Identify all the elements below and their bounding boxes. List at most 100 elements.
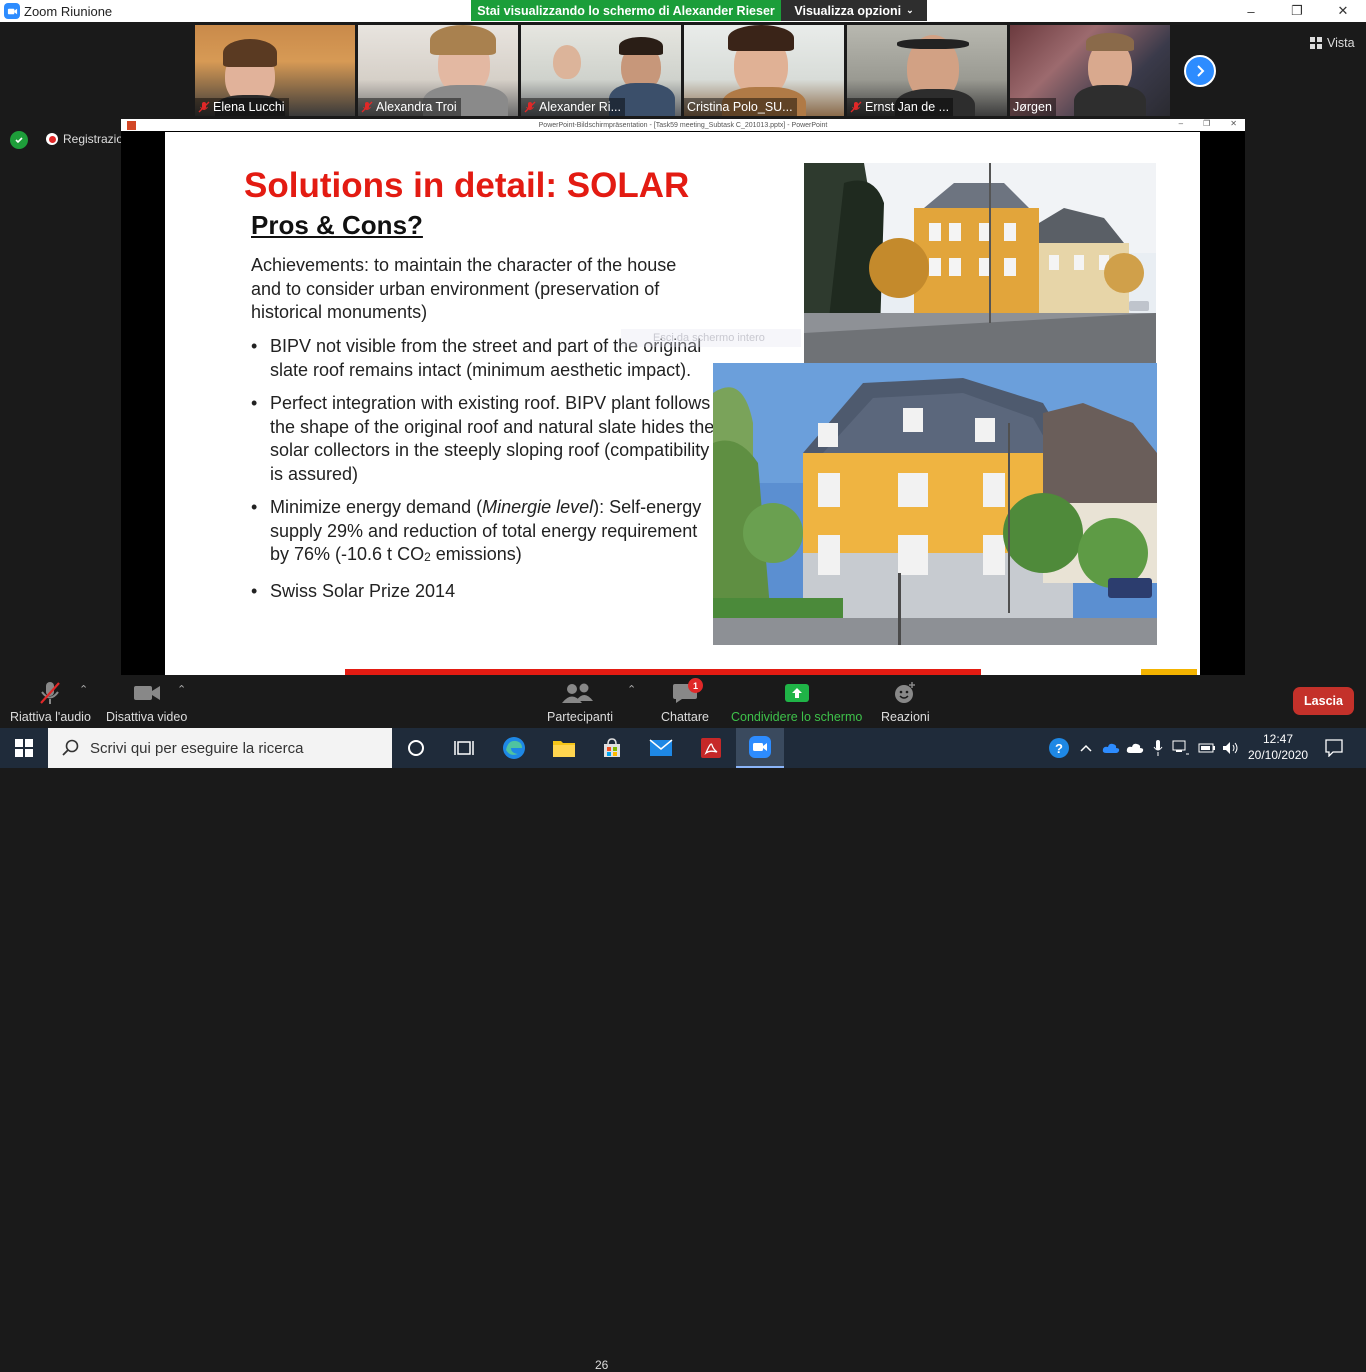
close-button[interactable]: ✕ bbox=[1320, 0, 1366, 22]
taskbar-search-box[interactable]: Scrivi qui per eseguire la ricerca bbox=[48, 728, 392, 768]
audio-options-caret[interactable]: ⌃ bbox=[79, 683, 88, 696]
mic-muted-icon bbox=[40, 682, 61, 704]
minimize-button[interactable]: – bbox=[1228, 0, 1274, 22]
achievements-text: Achievements: to maintain the character … bbox=[251, 255, 677, 322]
notification-icon bbox=[1325, 739, 1343, 757]
participants-count: 26 bbox=[595, 1358, 609, 1372]
tray-volume[interactable] bbox=[1220, 728, 1242, 768]
presentation-slide: Solutions in detail: SOLAR Pros & Cons? … bbox=[165, 132, 1200, 675]
participants-options-caret[interactable]: ⌃ bbox=[627, 683, 636, 696]
house-street-photo bbox=[804, 163, 1156, 363]
leave-button[interactable]: Lascia bbox=[1293, 687, 1354, 715]
taskbar-store[interactable] bbox=[588, 728, 636, 768]
share-screen-icon bbox=[784, 684, 809, 702]
participant-name-tag: Ernst Jan de ... bbox=[847, 98, 954, 116]
view-options-button[interactable]: Visualizza opzioni ⌄ bbox=[781, 0, 927, 21]
participant-name-tag: Elena Lucchi bbox=[195, 98, 289, 116]
pp-minimize-icon: – bbox=[1178, 119, 1184, 128]
grid-icon bbox=[1310, 37, 1322, 49]
windows-taskbar: Scrivi qui per eseguire la ricerca ? 12:… bbox=[0, 728, 1366, 768]
task-view-icon bbox=[454, 741, 474, 755]
edge-browser-icon bbox=[503, 737, 525, 759]
chevron-up-icon bbox=[1080, 744, 1092, 752]
taskbar-file-explorer[interactable] bbox=[540, 728, 588, 768]
shared-screen: PowerPoint-Bildschirmpräsentation - [Tas… bbox=[121, 119, 1245, 675]
windows-logo-icon bbox=[15, 739, 33, 757]
cloud-icon bbox=[1126, 743, 1144, 753]
powerpoint-window-title: PowerPoint-Bildschirmpräsentation - [Tas… bbox=[538, 121, 828, 129]
store-icon bbox=[604, 738, 620, 757]
clock-time: 12:47 bbox=[1262, 732, 1294, 746]
participant-tile[interactable]: Ernst Jan de ... bbox=[847, 25, 1007, 116]
slide-title: Solutions in detail: SOLAR bbox=[244, 166, 690, 205]
video-options-caret[interactable]: ⌃ bbox=[177, 683, 186, 696]
battery-icon bbox=[1198, 743, 1215, 753]
cortana-button[interactable] bbox=[392, 728, 440, 768]
cortana-icon bbox=[408, 740, 424, 756]
share-banner: Stai visualizzando lo schermo di Alexand… bbox=[471, 0, 781, 21]
meeting-toolbar: Riattiva l'audio ⌃ Disattiva video ⌃ Par… bbox=[0, 675, 1366, 1372]
taskbar-edge[interactable] bbox=[490, 728, 538, 768]
record-icon bbox=[46, 133, 58, 145]
taskbar-mail[interactable] bbox=[637, 728, 685, 768]
house-roof-photo bbox=[713, 363, 1157, 645]
restore-button[interactable]: ❐ bbox=[1274, 0, 1320, 22]
tray-onedrive-business[interactable] bbox=[1100, 728, 1122, 768]
start-button[interactable] bbox=[0, 728, 48, 768]
mic-muted-icon bbox=[198, 101, 210, 113]
slide-subtitle: Pros & Cons? bbox=[251, 210, 423, 240]
security-shield-icon[interactable] bbox=[10, 131, 28, 149]
participant-name-tag: Cristina Polo_SU... bbox=[684, 98, 797, 116]
view-options-label: Visualizza opzioni bbox=[794, 3, 902, 18]
participants-icon bbox=[562, 683, 593, 703]
task-view-button[interactable] bbox=[440, 728, 488, 768]
tray-microphone[interactable] bbox=[1148, 728, 1168, 768]
view-button[interactable]: Vista bbox=[1310, 36, 1355, 50]
participant-tile[interactable]: Alexandra Troi bbox=[358, 25, 518, 116]
tray-network[interactable] bbox=[1170, 728, 1192, 768]
share-screen-button[interactable]: Condividere lo schermo bbox=[731, 681, 862, 724]
next-page-button[interactable] bbox=[1184, 55, 1216, 87]
participants-button[interactable]: Partecipanti bbox=[547, 681, 613, 724]
action-center-button[interactable] bbox=[1320, 728, 1348, 768]
taskbar-zoom[interactable] bbox=[736, 728, 784, 768]
participant-name-tag: Alexandra Troi bbox=[358, 98, 461, 116]
bullet-list: BIPV not visible from the street and par… bbox=[251, 335, 721, 613]
bullet-item: Minimize energy demand (Minergie level):… bbox=[251, 496, 721, 570]
smiley-icon bbox=[895, 682, 916, 703]
taskbar-clock[interactable]: 12:47 20/10/2020 bbox=[1248, 731, 1308, 763]
chevron-right-icon bbox=[1197, 65, 1205, 77]
stop-video-button[interactable]: Disattiva video bbox=[106, 681, 187, 724]
participant-tile-active[interactable]: Cristina Polo_SU... bbox=[684, 25, 844, 116]
pp-close-icon: ✕ bbox=[1230, 119, 1237, 128]
participant-tile[interactable]: Alexander Ri... bbox=[521, 25, 681, 116]
network-icon bbox=[1172, 740, 1189, 755]
pdf-icon bbox=[701, 738, 721, 758]
mail-icon bbox=[649, 739, 673, 756]
clock-date: 20/10/2020 bbox=[1248, 748, 1309, 762]
video-camera-icon bbox=[133, 686, 160, 700]
bullet-item: Swiss Solar Prize 2014 bbox=[251, 580, 721, 604]
svg-text:?: ? bbox=[1055, 741, 1063, 756]
participant-name-tag: Jørgen bbox=[1010, 98, 1056, 116]
speaker-icon bbox=[1223, 742, 1238, 754]
zoom-app-icon bbox=[749, 736, 771, 758]
exit-fullscreen-hint[interactable]: Esci da schermo intero bbox=[621, 329, 801, 347]
folder-icon bbox=[553, 741, 575, 757]
video-strip: Elena Lucchi Alexandra Troi Alexander Ri… bbox=[0, 22, 1366, 120]
window-title: Zoom Riunione bbox=[24, 3, 113, 19]
search-icon bbox=[62, 739, 79, 756]
pp-restore-icon: ❐ bbox=[1203, 119, 1211, 128]
tray-battery[interactable] bbox=[1196, 728, 1218, 768]
participant-tile[interactable]: Jørgen bbox=[1010, 25, 1170, 116]
tray-onedrive[interactable] bbox=[1124, 728, 1146, 768]
mic-muted-icon bbox=[524, 101, 536, 113]
reactions-button[interactable]: Reazioni bbox=[881, 681, 930, 724]
search-placeholder: Scrivi qui per eseguire la ricerca bbox=[90, 739, 304, 757]
tray-expand[interactable] bbox=[1076, 728, 1096, 768]
participant-tile[interactable]: Elena Lucchi bbox=[195, 25, 355, 116]
tray-help[interactable]: ? bbox=[1046, 728, 1072, 768]
chevron-down-icon: ⌄ bbox=[906, 5, 914, 15]
microphone-icon bbox=[1153, 740, 1163, 756]
taskbar-acrobat[interactable] bbox=[687, 728, 735, 768]
